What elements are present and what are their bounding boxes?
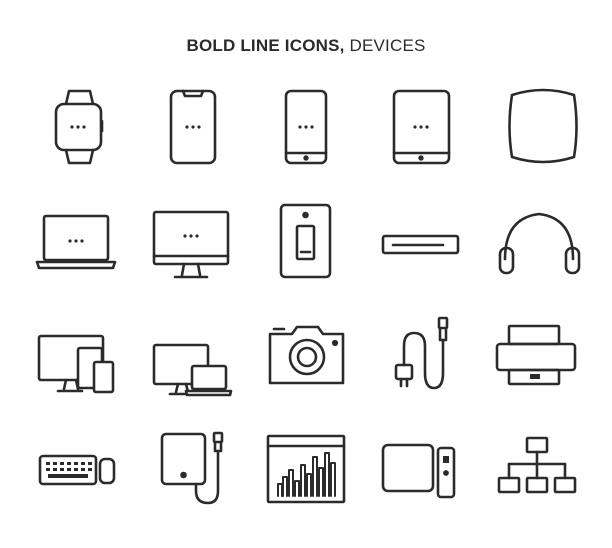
multi-device-icon xyxy=(39,336,113,392)
network-hierarchy-icon xyxy=(499,438,575,492)
keyboard-mouse-icon xyxy=(40,456,114,484)
desktop-laptop-icon xyxy=(154,345,231,395)
icon-grid xyxy=(0,0,612,548)
smart-tv-box-remote-icon xyxy=(383,445,454,497)
smartphone-icon xyxy=(286,91,326,163)
light-switch-icon xyxy=(281,205,330,277)
printer-icon xyxy=(497,326,575,384)
smart-speaker-icon xyxy=(510,90,577,162)
camera-icon xyxy=(270,327,343,383)
headphones-icon xyxy=(500,214,579,273)
desktop-monitor-icon xyxy=(154,212,228,277)
tablet-icon xyxy=(394,91,449,163)
smartphone-notch-icon xyxy=(171,91,215,163)
charging-cable-icon xyxy=(396,318,447,388)
external-drive-icon xyxy=(162,433,222,503)
set-top-box-icon xyxy=(383,236,458,253)
chart-window-icon xyxy=(268,436,344,502)
smartwatch-icon xyxy=(56,91,102,163)
laptop-icon xyxy=(37,216,115,268)
